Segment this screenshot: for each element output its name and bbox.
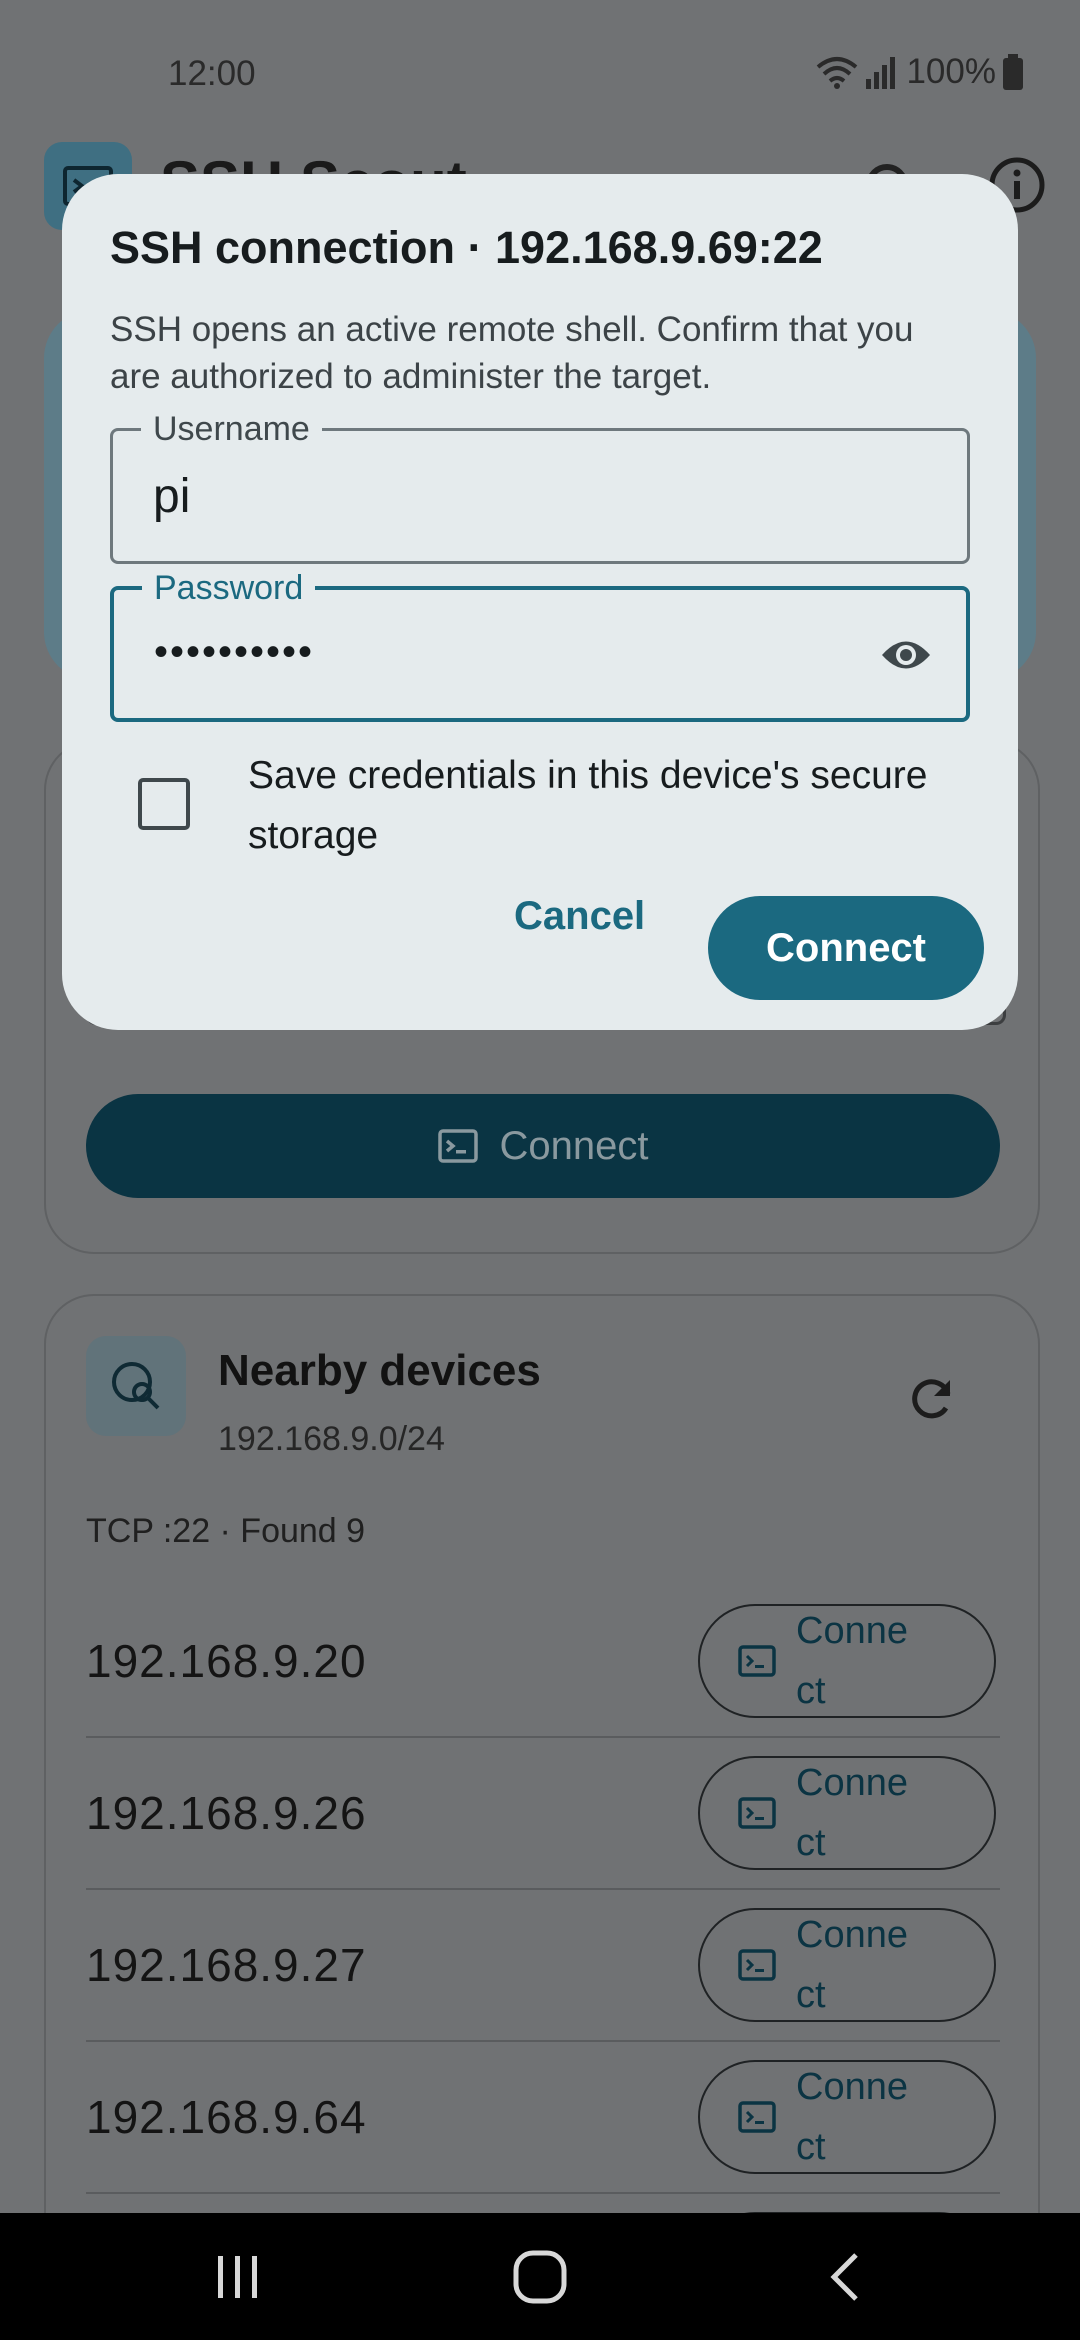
nearby-title: Nearby devices bbox=[218, 1346, 541, 1395]
list-item: Connect bbox=[86, 2194, 1000, 2213]
signal-icon bbox=[866, 57, 896, 89]
device-ip: 192.168.9.27 bbox=[86, 1939, 367, 1991]
ssh-connection-dialog: SSH connection · 192.168.9.69:22 SSH ope… bbox=[62, 174, 1018, 1030]
terminal-icon bbox=[738, 1949, 776, 1981]
list-item: 192.168.9.27 Connect bbox=[86, 1890, 1000, 2042]
device-ip: 192.168.9.20 bbox=[86, 1635, 367, 1687]
cancel-button[interactable]: Cancel bbox=[514, 894, 645, 939]
device-connect-button[interactable]: Connect bbox=[698, 2060, 996, 2174]
device-connect-button[interactable]: Connect bbox=[698, 1604, 996, 1718]
device-ip: 192.168.9.64 bbox=[86, 2091, 367, 2143]
terminal-icon bbox=[738, 2101, 776, 2133]
password-field[interactable]: Password •••••••••• bbox=[110, 568, 970, 722]
username-label: Username bbox=[141, 409, 322, 449]
battery-icon bbox=[1003, 54, 1023, 90]
dialog-body: SSH opens an active remote shell. Confir… bbox=[110, 310, 914, 396]
username-field[interactable]: Username pi bbox=[110, 409, 970, 564]
system-nav-bar bbox=[0, 2213, 1080, 2340]
connect-button[interactable]: Connect bbox=[86, 1094, 1000, 1198]
home-button[interactable] bbox=[512, 2213, 568, 2340]
battery-percent: 100% bbox=[906, 52, 996, 91]
back-button[interactable] bbox=[826, 2213, 862, 2340]
username-value: pi bbox=[153, 470, 191, 523]
dialog-connect-button[interactable]: Connect bbox=[708, 896, 984, 1000]
dialog-title: SSH connection · 192.168.9.69:22 bbox=[110, 222, 823, 273]
terminal-icon bbox=[437, 1129, 478, 1163]
device-list: 192.168.9.20 Connect 192.168.9.26 Connec… bbox=[86, 1586, 1000, 2213]
home-icon bbox=[513, 2250, 567, 2303]
recents-icon bbox=[218, 2255, 257, 2298]
back-icon bbox=[830, 2252, 858, 2301]
device-connect-button[interactable]: Connect bbox=[698, 1756, 996, 1870]
terminal-icon bbox=[738, 1645, 776, 1677]
network-search-icon bbox=[112, 1362, 160, 1410]
nearby-devices-card: Nearby devices 192.168.9.0/24 TCP :22 · … bbox=[44, 1294, 1040, 2213]
password-label: Password bbox=[142, 568, 316, 608]
password-value: •••••••••• bbox=[154, 630, 315, 674]
save-credentials-label: Save credentials in this device's secure… bbox=[248, 754, 928, 857]
device-ip: 192.168.9.26 bbox=[86, 1787, 367, 1839]
list-item: 192.168.9.26 Connect bbox=[86, 1738, 1000, 1890]
list-item: 192.168.9.20 Connect bbox=[86, 1586, 1000, 1738]
list-item: 192.168.9.64 Connect bbox=[86, 2042, 1000, 2194]
eye-icon[interactable] bbox=[880, 632, 932, 678]
nearby-subnet: 192.168.9.0/24 bbox=[218, 1420, 445, 1458]
terminal-icon bbox=[738, 1797, 776, 1829]
refresh-icon[interactable] bbox=[906, 1372, 958, 1424]
recent-apps-button[interactable] bbox=[214, 2213, 262, 2340]
status-time: 12:00 bbox=[168, 54, 256, 93]
connect-button-label: Connect bbox=[499, 1123, 649, 1168]
wifi-icon bbox=[817, 57, 858, 89]
scan-summary: TCP :22 · Found 9 bbox=[86, 1512, 366, 1550]
status-bar: 12:00 100% bbox=[0, 0, 1080, 150]
device-connect-button[interactable]: Connect bbox=[698, 1908, 996, 2022]
save-credentials-checkbox[interactable] bbox=[138, 778, 190, 830]
